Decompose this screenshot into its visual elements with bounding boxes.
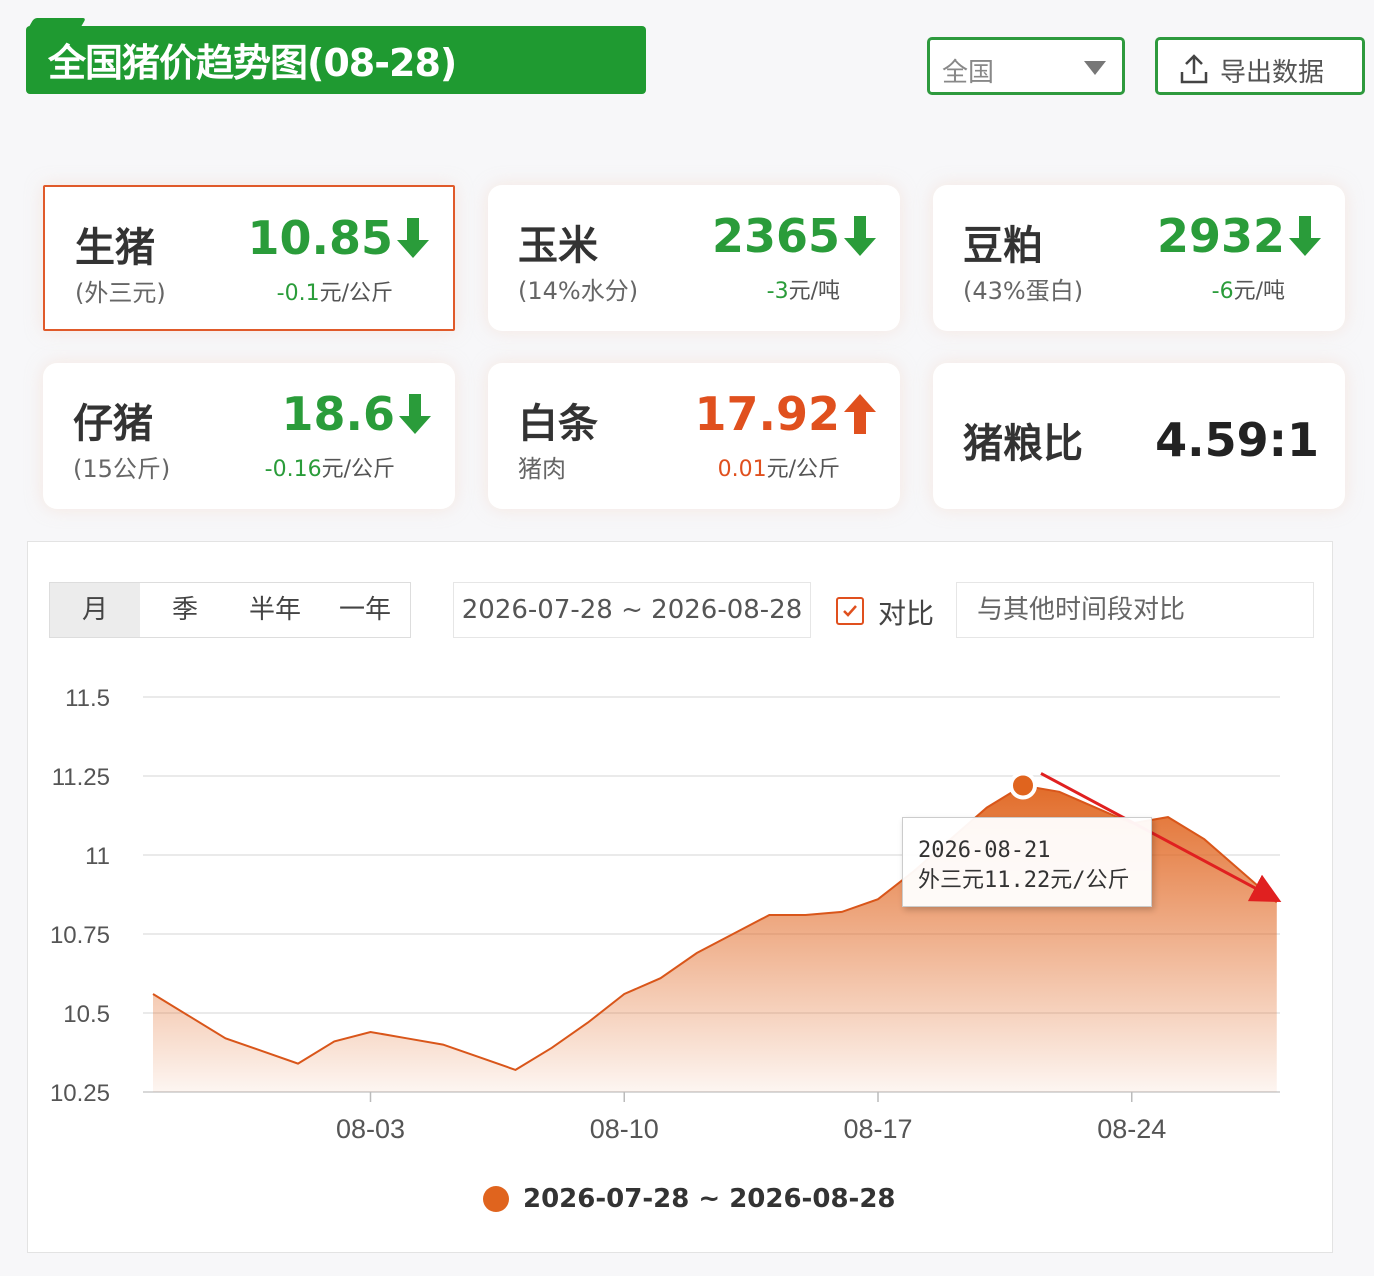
card-change: 0.01元/公斤 — [717, 457, 840, 482]
card-change: -6元/吨 — [1211, 279, 1285, 304]
card-name: 仔猪 — [73, 401, 153, 447]
data-point — [585, 1019, 591, 1025]
x-tick-label: 08-24 — [1097, 1114, 1166, 1144]
tooltip-date: 2026-08-21 — [918, 838, 1051, 863]
region-select-value: 全国 — [942, 58, 995, 88]
page-title: 全国猪价趋势图(08-28) — [48, 41, 457, 85]
page-title-bar: 全国猪价趋势图(08-28) — [26, 26, 646, 94]
card-sub: (14%水分) — [518, 277, 639, 305]
card-value: 17.92 — [694, 387, 878, 441]
arrow-down-icon — [844, 216, 876, 256]
data-point — [730, 931, 736, 937]
card-change: -0.16元/公斤 — [264, 457, 395, 482]
arrow-down-icon — [397, 218, 429, 258]
arrow-down-icon — [399, 394, 431, 434]
card-value: 18.6 — [282, 387, 434, 441]
card-pork-carcass[interactable]: 白条 猪肉 17.92 0.01元/公斤 — [488, 363, 900, 509]
y-tick-label: 11.5 — [65, 685, 110, 712]
data-point — [839, 909, 845, 915]
card-change: -3元/吨 — [766, 279, 840, 304]
data-point — [223, 1035, 229, 1041]
data-point — [984, 805, 990, 811]
data-point — [1238, 868, 1244, 874]
x-tick-label: 08-03 — [336, 1114, 405, 1144]
legend-dot — [483, 1186, 509, 1212]
data-point — [1274, 899, 1280, 905]
card-value: 2932 — [1157, 209, 1323, 263]
upload-icon — [1180, 54, 1208, 84]
card-name: 豆粕 — [963, 223, 1043, 269]
tooltip-text: 外三元11.22元/公斤 — [918, 868, 1130, 893]
card-live-pig[interactable]: 生猪 (外三元) 10.85 -0.1元/公斤 — [43, 185, 455, 331]
export-data-button[interactable]: 导出数据 — [1155, 37, 1365, 95]
card-name: 玉米 — [518, 223, 598, 269]
y-tick-label: 11.25 — [52, 764, 110, 791]
data-point — [875, 896, 881, 902]
y-tick-label: 10.5 — [63, 1001, 110, 1028]
card-name: 猪粮比 — [963, 421, 1083, 467]
region-select[interactable]: 全国 — [927, 37, 1125, 95]
card-sub: 猪肉 — [518, 455, 566, 483]
data-point — [513, 1067, 519, 1073]
data-point — [331, 1038, 337, 1044]
card-value: 2365 — [712, 209, 878, 263]
data-point — [476, 1054, 482, 1060]
card-hog-grain-ratio[interactable]: 猪粮比 4.59:1 — [933, 363, 1345, 509]
data-point — [404, 1035, 410, 1041]
data-point — [1201, 836, 1207, 842]
legend-label: 2026-07-28 ~ 2026-08-28 — [523, 1184, 896, 1214]
card-value: 4.59:1 — [1155, 413, 1319, 467]
x-tick-label: 08-17 — [843, 1114, 912, 1144]
y-tick-label: 10.25 — [50, 1080, 110, 1107]
highlight-point — [1009, 771, 1037, 800]
card-corn[interactable]: 玉米 (14%水分) 2365 -3元/吨 — [488, 185, 900, 331]
data-point — [186, 1013, 192, 1019]
x-tick-label: 08-10 — [590, 1114, 659, 1144]
card-value: 10.85 — [247, 211, 431, 265]
card-piglet[interactable]: 仔猪 (15公斤) 18.6 -0.16元/公斤 — [43, 363, 455, 509]
card-name: 生猪 — [75, 225, 155, 271]
data-point — [658, 975, 664, 981]
data-point — [803, 912, 809, 918]
data-point — [1165, 814, 1171, 820]
arrow-up-icon — [844, 394, 876, 434]
data-point — [549, 1045, 555, 1051]
card-name: 白条 — [518, 401, 598, 447]
chevron-down-icon — [1084, 61, 1106, 75]
data-point — [1093, 805, 1099, 811]
card-change: -0.1元/公斤 — [276, 281, 393, 306]
arrow-down-icon — [1289, 216, 1321, 256]
export-data-label: 导出数据 — [1220, 58, 1325, 88]
data-point — [440, 1042, 446, 1048]
data-point — [259, 1048, 265, 1054]
data-point — [150, 991, 156, 997]
data-point — [621, 991, 627, 997]
y-tick-label: 11 — [85, 843, 110, 870]
card-sub: (43%蛋白) — [963, 277, 1084, 305]
data-point — [694, 950, 700, 956]
chart-panel: 月 季 半年 一年 2026-07-28 ~ 2026-08-28 对比 与其他… — [27, 541, 1333, 1253]
chart-legend[interactable]: 2026-07-28 ~ 2026-08-28 — [483, 1184, 896, 1214]
card-sub: (15公斤) — [73, 455, 171, 483]
chart-tooltip: 2026-08-21 外三元11.22元/公斤 — [902, 817, 1152, 907]
data-point — [368, 1029, 374, 1035]
card-soybean-meal[interactable]: 豆粕 (43%蛋白) 2932 -6元/吨 — [933, 185, 1345, 331]
data-point — [766, 912, 772, 918]
card-sub: (外三元) — [75, 279, 166, 307]
data-point — [1056, 789, 1062, 795]
y-tick-label: 10.75 — [50, 922, 110, 949]
data-point — [295, 1061, 301, 1067]
